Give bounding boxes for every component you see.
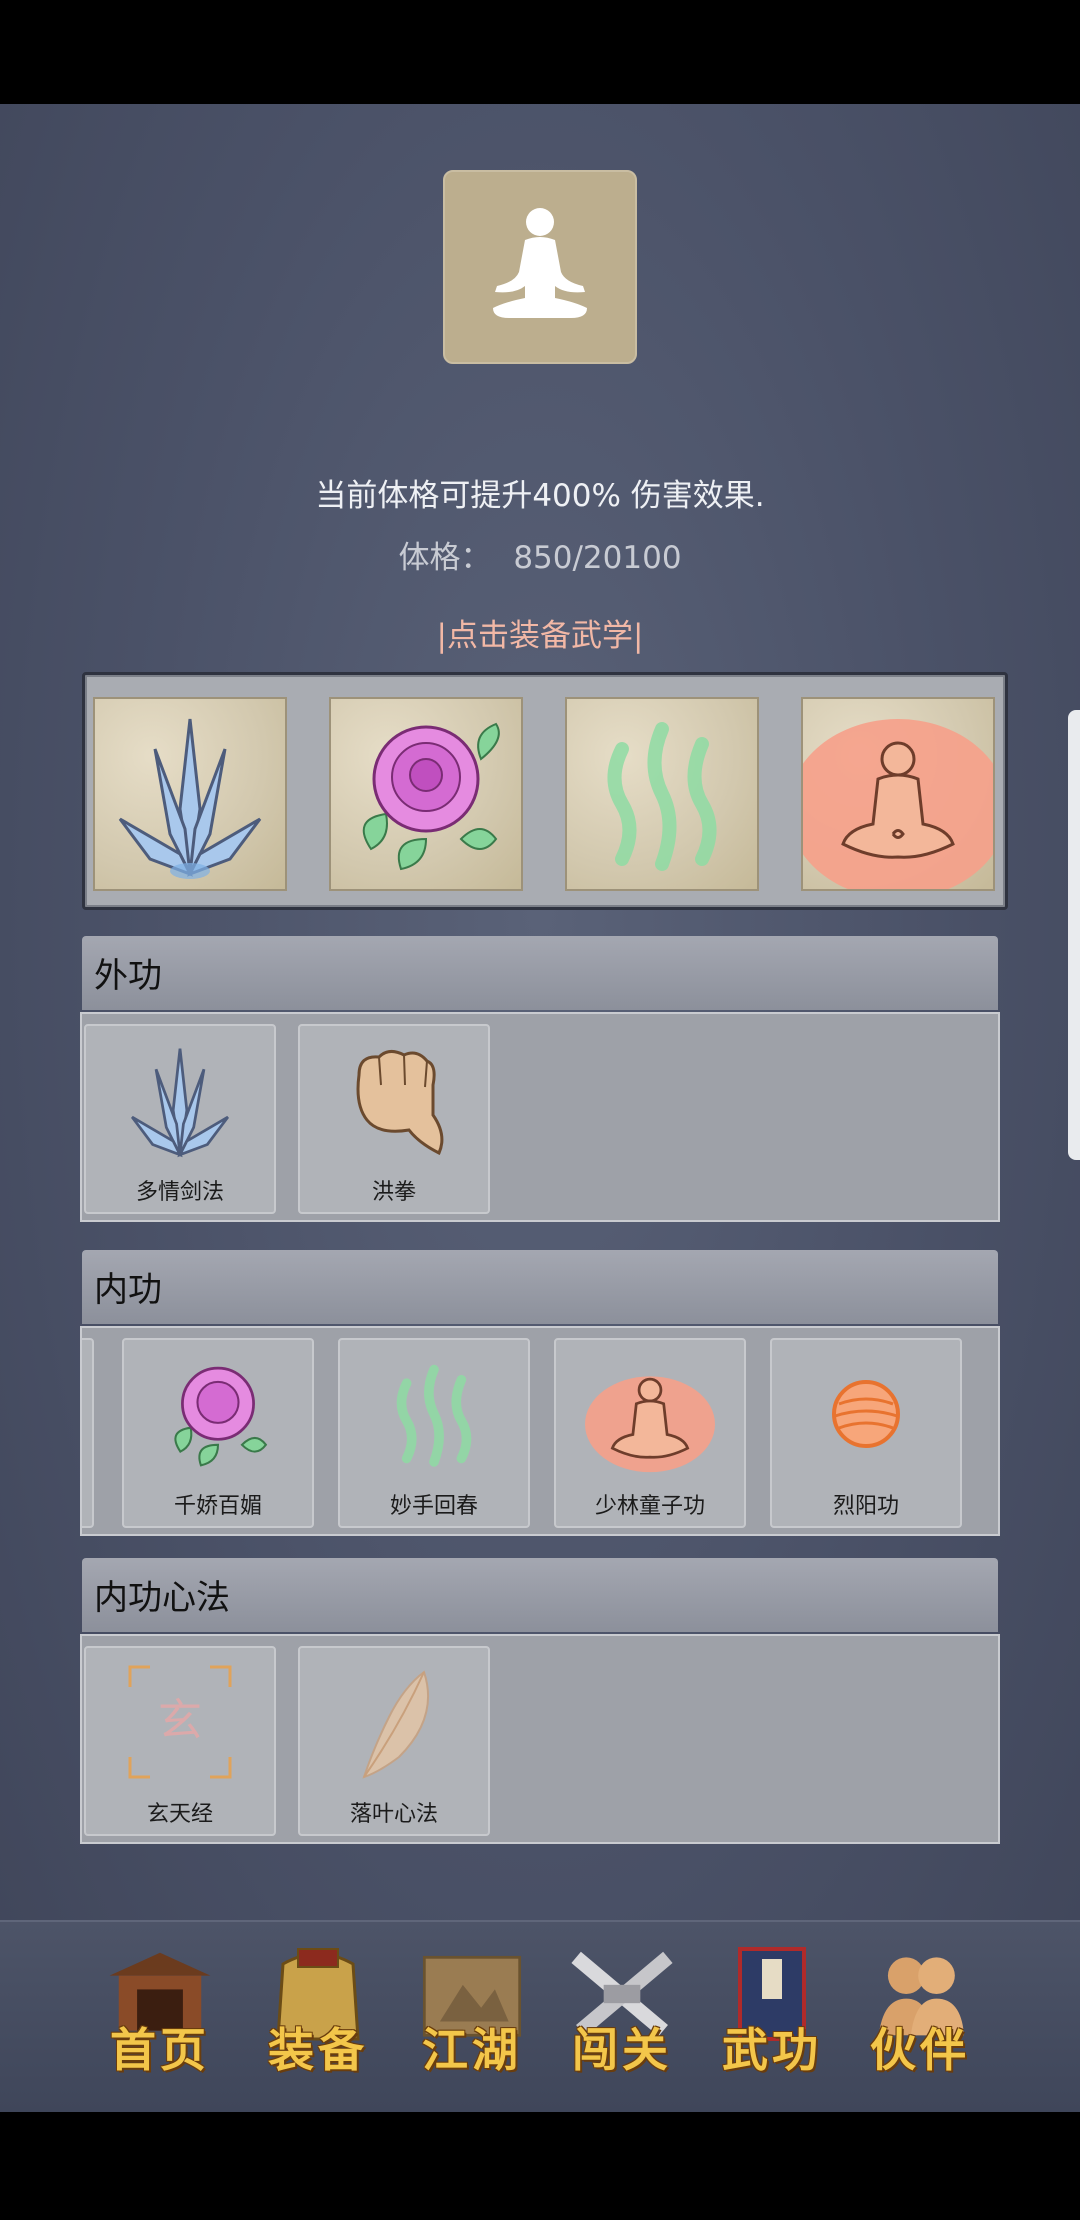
stat-label: 体格：: [398, 540, 492, 576]
xuan-seal-icon: 玄: [128, 1665, 232, 1779]
equip-martial-arts-link[interactable]: |点击装备武学|: [0, 610, 1080, 655]
fist-icon: [356, 1050, 444, 1156]
meditating-monk-icon: [788, 719, 1008, 899]
nav-label: 伙伴: [870, 2023, 970, 2077]
skill-label: 千娇百媚: [173, 1494, 262, 1519]
sword-fan-icon: [118, 718, 262, 879]
skill-label: 烈阳功: [832, 1494, 899, 1519]
bottom-nav: 首页 装备 江湖 闯关 武功 伙伴: [0, 1920, 1080, 2112]
nav-label: 江湖: [422, 2023, 522, 2077]
leaf-icon: [362, 1670, 430, 1779]
nav-equipment[interactable]: 装备: [258, 1944, 378, 2094]
section-body-internal: 千娇百媚 妙手回春 少林童子功 烈阳功: [80, 1326, 1000, 1536]
skill-card[interactable]: 千娇百媚: [122, 1338, 314, 1528]
section-body-heart-method: 玄 玄天经 落叶心法: [80, 1634, 1000, 1844]
skill-label: 多情剑法: [135, 1180, 224, 1205]
equipped-slot-2[interactable]: [329, 697, 523, 891]
martial-arts-screen: 当前体格可提升400% 伤害效果. 体格： 850/20100 |点击装备武学|: [0, 104, 1080, 2112]
stat-value: 850/20100: [513, 540, 682, 576]
skill-card[interactable]: 玄 玄天经: [84, 1646, 276, 1836]
system-nav-bar: [0, 2112, 1080, 2220]
nav-label: 武功: [722, 2023, 822, 2077]
nav-jianghu[interactable]: 江湖: [412, 1944, 532, 2094]
nav-companions[interactable]: 伙伴: [860, 1944, 980, 2094]
sword-fan-icon: [131, 1048, 229, 1158]
rose-icon: [174, 1366, 268, 1467]
svg-text:玄: 玄: [158, 1695, 202, 1746]
skill-card-partial[interactable]: [82, 1338, 94, 1528]
equipped-skills-panel: [82, 672, 1008, 910]
meditating-monk-icon: [585, 1376, 715, 1473]
section-title-internal: 内功: [94, 1270, 162, 1310]
skill-card[interactable]: 烈阳功: [770, 1338, 962, 1528]
equipped-slot-1[interactable]: [93, 697, 287, 891]
section-title-external: 外功: [94, 956, 162, 996]
status-bar: [0, 0, 1080, 104]
nav-label: 闯关: [572, 2023, 672, 2077]
section-header-external: 外功: [82, 936, 998, 1010]
skill-card[interactable]: 落叶心法: [298, 1646, 490, 1836]
rose-icon: [362, 722, 500, 871]
skill-label: 妙手回春: [389, 1494, 478, 1519]
skill-label: 少林童子功: [594, 1494, 705, 1519]
nav-challenge[interactable]: 闯关: [562, 1944, 682, 2094]
section-title-heart-method: 内功心法: [94, 1578, 230, 1618]
skill-card[interactable]: 洪拳: [298, 1024, 490, 1214]
skill-card[interactable]: 妙手回春: [338, 1338, 530, 1528]
skill-card[interactable]: 多情剑法: [84, 1024, 276, 1214]
equipped-slot-4[interactable]: [788, 697, 1008, 899]
skill-card[interactable]: 少林童子功: [554, 1338, 746, 1528]
nav-home[interactable]: 首页: [100, 1944, 220, 2094]
section-body-external: 多情剑法 洪拳: [80, 1012, 1000, 1222]
section-header-heart-method: 内功心法: [82, 1558, 998, 1632]
effect-description: 当前体格可提升400% 伤害效果.: [315, 478, 765, 514]
equipped-slot-3[interactable]: [565, 697, 759, 891]
skill-label: 洪拳: [371, 1180, 416, 1205]
skill-label: 落叶心法: [349, 1802, 438, 1827]
sun-orb-icon: [832, 1380, 900, 1448]
green-waves-icon: [607, 722, 717, 871]
nav-label: 装备: [268, 2023, 368, 2077]
meditation-figure-icon[interactable]: [443, 170, 637, 364]
nav-label: 首页: [110, 2023, 210, 2077]
section-header-internal: 内功: [82, 1250, 998, 1324]
skill-label: 玄天经: [146, 1802, 213, 1827]
scrollbar[interactable]: [1068, 710, 1080, 1160]
nav-martial-arts[interactable]: 武功: [712, 1944, 832, 2094]
green-waves-icon: [396, 1364, 472, 1467]
constitution-stat: 体格： 850/20100: [0, 532, 1080, 577]
